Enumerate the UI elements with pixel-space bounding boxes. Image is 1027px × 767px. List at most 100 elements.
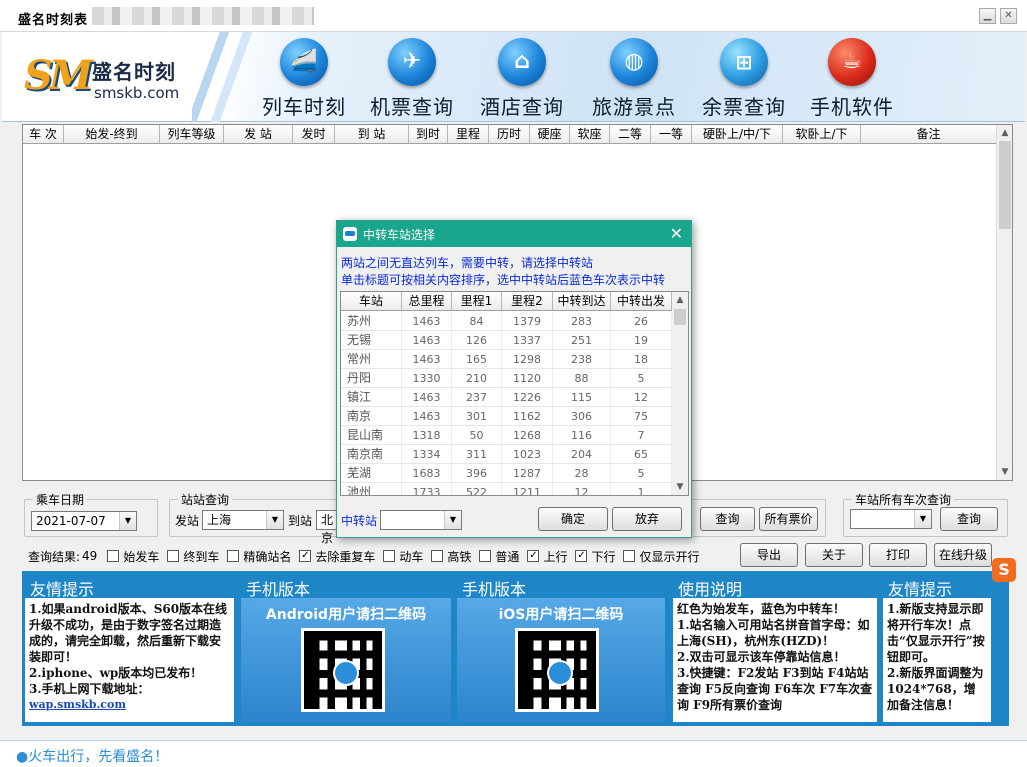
nav-mobile-software[interactable]: ☕ 手机软件	[802, 32, 902, 122]
transfer-station-list[interactable]: 车站 总里程 里程1 里程2 中转到达 中转出发 苏州 1463 84 1379…	[340, 291, 689, 496]
check-icon[interactable]: ✓	[575, 550, 588, 562]
scroll-up-icon[interactable]: ▲	[672, 292, 688, 308]
filter-dedupe[interactable]: ✓ 去除重复车	[299, 548, 375, 565]
filter-terminal-train[interactable]: 终到车	[167, 548, 219, 565]
close-icon[interactable]: ✕	[670, 224, 683, 243]
column-header[interactable]: 里程2	[502, 292, 553, 310]
column-header[interactable]: 历时	[489, 125, 530, 143]
checkbox[interactable]	[623, 550, 636, 562]
transfer-depart: 1	[611, 483, 672, 495]
list-item[interactable]: 南京 1463 301 1162 306 75	[341, 407, 672, 426]
distance-2: 1023	[502, 445, 553, 463]
checkbox[interactable]	[431, 550, 444, 562]
checkbox[interactable]	[383, 550, 396, 562]
check-icon[interactable]: ✓	[299, 550, 312, 562]
column-header[interactable]: 总里程	[402, 292, 452, 310]
slogan: ●火车出行，先看盛名！	[16, 749, 169, 765]
checkbox[interactable]	[167, 550, 180, 562]
chevron-down-icon[interactable]: ▼	[119, 512, 136, 530]
filter-origin-train[interactable]: 始发车	[107, 548, 159, 565]
chevron-down-icon[interactable]: ▼	[444, 511, 461, 529]
column-header[interactable]: 发时	[293, 125, 335, 143]
column-header[interactable]: 中转到达	[553, 292, 611, 310]
column-header[interactable]: 硬座	[530, 125, 570, 143]
column-header[interactable]: 备注	[861, 125, 997, 143]
list-item[interactable]: 池州 1733 522 1211 12 1	[341, 483, 672, 495]
station-trains-combo[interactable]: ▼	[850, 509, 932, 529]
column-header[interactable]: 硬卧上/中/下	[692, 125, 783, 143]
station-trains-query-button[interactable]: 查询	[940, 507, 998, 531]
list-item[interactable]: 芜湖 1683 396 1287 28 5	[341, 464, 672, 483]
cancel-button[interactable]: 放弃	[612, 507, 682, 531]
date-picker[interactable]: 2021-07-07 ▼	[31, 511, 137, 531]
list-item[interactable]: 南京南 1334 311 1023 204 65	[341, 445, 672, 464]
scrollbar-thumb[interactable]	[674, 309, 686, 325]
column-header[interactable]: 到 站	[335, 125, 409, 143]
column-header[interactable]: 列车等级	[160, 125, 224, 143]
nav-flight-search[interactable]: ✈ 机票查询	[362, 32, 462, 122]
nav-train-schedule[interactable]: 🚄 列车时刻	[254, 32, 354, 122]
nav-hotel-search[interactable]: ⌂ 酒店查询	[472, 32, 572, 122]
minimize-button[interactable]: ▁	[979, 8, 996, 24]
column-header[interactable]: 软卧上/下	[783, 125, 861, 143]
check-icon[interactable]: ✓	[527, 550, 540, 562]
scroll-down-icon[interactable]: ▼	[672, 479, 688, 495]
column-header[interactable]: 始发-终到	[64, 125, 160, 143]
filter-up[interactable]: ✓ 上行	[527, 548, 567, 565]
table-scrollbar[interactable]: ▲ ▼	[996, 125, 1012, 480]
list-item[interactable]: 常州 1463 165 1298 238 18	[341, 350, 672, 369]
column-header[interactable]: 里程1	[452, 292, 502, 310]
distance-2: 1379	[502, 312, 553, 330]
list-item[interactable]: 昆山南 1318 50 1268 116 7	[341, 426, 672, 445]
scroll-down-icon[interactable]: ▼	[997, 464, 1013, 480]
close-button[interactable]: ✕	[1000, 8, 1017, 24]
column-header[interactable]: 软座	[570, 125, 610, 143]
ok-button[interactable]: 确定	[538, 507, 608, 531]
scroll-up-icon[interactable]: ▲	[997, 125, 1013, 141]
column-header[interactable]: 二等	[610, 125, 651, 143]
list-item[interactable]: 苏州 1463 84 1379 283 26	[341, 312, 672, 331]
query-button[interactable]: 查询	[700, 507, 755, 531]
scrollbar-thumb[interactable]	[999, 141, 1011, 229]
column-header[interactable]: 车 次	[23, 125, 64, 143]
nav-ticket-availability[interactable]: ⊞ 余票查询	[694, 32, 794, 122]
filter-high-speed[interactable]: 高铁	[431, 548, 471, 565]
column-header[interactable]: 中转出发	[611, 292, 672, 310]
filter-running-only[interactable]: 仅显示开行	[623, 548, 699, 565]
list-item[interactable]: 丹阳 1330 210 1120 88 5	[341, 369, 672, 388]
total-distance: 1463	[402, 312, 452, 330]
chevron-down-icon[interactable]: ▼	[914, 510, 931, 528]
ime-icon[interactable]: S	[992, 558, 1016, 582]
from-station-combo[interactable]: 上海 ▼	[202, 510, 284, 530]
list-header: 车站 总里程 里程1 里程2 中转到达 中转出发	[341, 292, 672, 311]
tip-line: 1.如果android版本、S60版本在线升级不成功，是由于数字签名过期造成的，…	[29, 602, 228, 664]
download-link[interactable]: wap.smskb.com	[29, 697, 230, 713]
banner-decoration	[192, 32, 252, 122]
online-upgrade-button[interactable]: 在线升级	[934, 543, 992, 567]
filter-regular[interactable]: 普通	[479, 548, 519, 565]
print-button[interactable]: 打印	[869, 543, 927, 567]
station-query-group-right: 查询 所有票价	[692, 499, 826, 537]
filter-down[interactable]: ✓ 下行	[575, 548, 615, 565]
list-item[interactable]: 无锡 1463 126 1337 251 19	[341, 331, 672, 350]
filter-emu[interactable]: 动车	[383, 548, 423, 565]
to-station-combo[interactable]: 北京	[316, 510, 338, 545]
all-fares-button[interactable]: 所有票价	[759, 507, 818, 531]
list-scrollbar[interactable]: ▲ ▼	[672, 292, 688, 495]
column-header[interactable]: 一等	[651, 125, 692, 143]
column-header[interactable]: 里程	[448, 125, 489, 143]
transfer-station-combo[interactable]: ▼	[380, 510, 462, 530]
export-button[interactable]: 导出	[740, 543, 798, 567]
column-header[interactable]: 车站	[341, 292, 402, 310]
checkbox[interactable]	[479, 550, 492, 562]
nav-tourist-spots[interactable]: ◍ 旅游景点	[584, 32, 684, 122]
checkbox[interactable]	[107, 550, 120, 562]
date-value: 2021-07-07	[36, 514, 106, 528]
list-item[interactable]: 镇江 1463 237 1226 115 12	[341, 388, 672, 407]
checkbox[interactable]	[227, 550, 240, 562]
about-button[interactable]: 关于	[805, 543, 863, 567]
filter-exact-station[interactable]: 精确站名	[227, 548, 291, 565]
column-header[interactable]: 到时	[409, 125, 448, 143]
column-header[interactable]: 发 站	[224, 125, 293, 143]
chevron-down-icon[interactable]: ▼	[266, 511, 283, 529]
